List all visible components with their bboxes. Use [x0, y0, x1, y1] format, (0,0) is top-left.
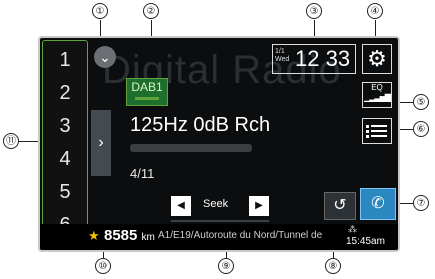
- preset-5-button[interactable]: 5: [43, 176, 87, 208]
- callout-5: ⑤: [413, 94, 429, 110]
- clock-date: 1/1 Wed: [275, 48, 289, 64]
- list-dot: [366, 135, 369, 138]
- callout-1: ①: [92, 3, 108, 19]
- track-title: 125Hz 0dB Rch: [130, 114, 271, 136]
- history-icon[interactable]: ↺: [324, 192, 356, 220]
- signal-icon: ⁂: [348, 224, 357, 234]
- callout-2: ②: [143, 3, 159, 19]
- clock-display: 1/1 Wed 12 33: [272, 44, 356, 74]
- preset-4-button[interactable]: 4: [43, 143, 87, 175]
- callout-3: ③: [306, 3, 322, 19]
- clock-date-day: 1/1: [275, 48, 285, 55]
- gear-icon[interactable]: ⚙: [362, 44, 392, 74]
- list-line: [371, 135, 387, 137]
- chevron-right-icon[interactable]: ›: [91, 110, 111, 176]
- station-info-blurred: [130, 144, 252, 152]
- seek-controls: ◀ Seek ▶: [171, 196, 269, 222]
- star-icon[interactable]: ★: [88, 228, 100, 244]
- list-dot: [366, 125, 369, 128]
- source-band-button[interactable]: DAB1: [126, 78, 168, 106]
- callout-9: ⑨: [218, 258, 234, 274]
- callout-8: ⑧: [325, 258, 341, 274]
- seek-next-icon[interactable]: ▶: [249, 196, 269, 216]
- source-band-label: DAB1: [131, 80, 163, 94]
- band-indicator: [135, 97, 159, 100]
- track-count: 4/11: [130, 166, 155, 181]
- callout-4: ④: [367, 3, 383, 19]
- distance-unit: km: [141, 232, 155, 243]
- callout-6: ⑥: [413, 121, 429, 137]
- head-unit-screen: Digital Radio 1 2 3 4 5 6 ⌄ DAB1 1/1 Wed…: [38, 36, 400, 252]
- callout-7: ⑦: [413, 195, 429, 211]
- distance-value: 8585: [104, 227, 138, 244]
- preset-2-button[interactable]: 2: [43, 77, 87, 109]
- leader-line: [19, 141, 40, 142]
- preset-3-button[interactable]: 3: [43, 110, 87, 142]
- callout-11: ⑪: [3, 133, 19, 149]
- callout-10: ⑩: [95, 258, 111, 274]
- list-dot: [366, 130, 369, 133]
- list-line: [371, 125, 387, 127]
- chevron-down-icon[interactable]: ⌄: [94, 46, 116, 68]
- phone-icon[interactable]: ✆: [360, 188, 396, 220]
- clock-date-weekday: Wed: [275, 56, 290, 63]
- route-name: A1/E19/Autoroute du Nord/Tunnel de: [158, 230, 323, 241]
- seek-bar: [171, 220, 269, 222]
- clock-time: 12 33: [295, 46, 351, 71]
- eq-bars-icon: ▁▂▃▅▇: [364, 93, 391, 102]
- eq-label: EQ: [371, 83, 383, 92]
- navigation-info-bar: ★ 8585 km A1/E19/Autoroute du Nord/Tunne…: [40, 224, 398, 250]
- preset-1-button[interactable]: 1: [43, 44, 87, 76]
- distance-readout: 8585 km: [104, 227, 155, 244]
- list-icon[interactable]: [362, 118, 392, 144]
- eq-button[interactable]: EQ ▁▂▃▅▇: [362, 82, 392, 108]
- list-line: [371, 130, 387, 132]
- seek-label: Seek: [203, 198, 229, 210]
- bottom-time: 15:45am: [346, 236, 385, 247]
- preset-list: 1 2 3 4 5 6: [42, 40, 88, 248]
- seek-prev-icon[interactable]: ◀: [171, 196, 191, 216]
